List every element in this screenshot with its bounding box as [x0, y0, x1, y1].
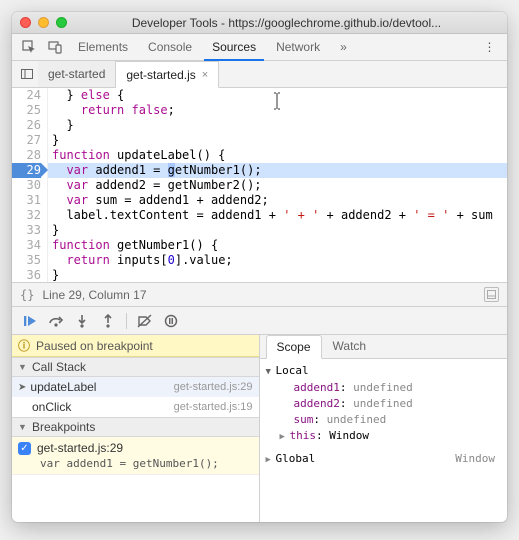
pretty-print-icon[interactable]: {} [20, 288, 34, 302]
code-line[interactable]: function updateLabel() { [48, 148, 507, 163]
step-over-button[interactable] [44, 310, 68, 332]
tab-scope[interactable]: Scope [266, 335, 322, 359]
debug-controls [12, 307, 507, 335]
window-title: Developer Tools - https://googlechrome.g… [74, 16, 499, 30]
tab-overflow-icon[interactable]: » [332, 34, 355, 61]
line-number[interactable]: 25 [12, 103, 41, 118]
line-number[interactable]: 34 [12, 238, 41, 253]
line-number[interactable]: 36 [12, 268, 41, 283]
debug-left-pane: ⓘ Paused on breakpoint ▼ Call Stack ➤ up… [12, 335, 260, 522]
code-area[interactable]: } else { return false; }}function update… [48, 88, 507, 283]
settings-overflow-icon[interactable]: ⋮ [479, 36, 501, 58]
breakpoints-header[interactable]: ▼ Breakpoints [12, 417, 259, 437]
line-number[interactable]: 32 [12, 208, 41, 223]
tab-watch[interactable]: Watch [322, 335, 378, 358]
devtools-window: Developer Tools - https://googlechrome.g… [12, 12, 507, 522]
call-stack-title: Call Stack [32, 360, 86, 374]
resume-button[interactable] [18, 310, 42, 332]
tab-console[interactable]: Console [140, 34, 200, 61]
line-number[interactable]: 29 [12, 163, 41, 178]
file-tab-get-started[interactable]: get-started [38, 61, 116, 87]
breakpoint-item[interactable]: ✓ get-started.js:29 var addend1 = getNum… [12, 437, 259, 475]
scope-watch-tabs: Scope Watch [260, 335, 508, 359]
breakpoint-checkbox[interactable]: ✓ [18, 442, 31, 455]
text-cursor-icon [272, 92, 282, 114]
code-line[interactable]: } [48, 223, 507, 238]
line-number[interactable]: 28 [12, 148, 41, 163]
line-number[interactable]: 30 [12, 178, 41, 193]
disclosure-icon: ▼ [18, 362, 28, 372]
frame-location: get-started.js:29 [174, 381, 253, 393]
scope-local[interactable]: ▼Local [266, 363, 502, 380]
debugger-panel: ⓘ Paused on breakpoint ▼ Call Stack ➤ up… [12, 307, 507, 522]
code-line[interactable]: } [48, 133, 507, 148]
line-number[interactable]: 24 [12, 88, 41, 103]
code-line[interactable]: var addend1 = getNumber1(); [48, 163, 507, 178]
code-line[interactable]: var addend2 = getNumber2(); [48, 178, 507, 193]
debug-split: ⓘ Paused on breakpoint ▼ Call Stack ➤ up… [12, 335, 507, 522]
breakpoint-preview: var addend1 = getNumber1(); [18, 457, 253, 470]
line-number[interactable]: 26 [12, 118, 41, 133]
frame-function: updateLabel [30, 380, 96, 394]
paused-banner: ⓘ Paused on breakpoint [12, 335, 259, 357]
frame-function: onClick [18, 400, 71, 414]
line-gutter[interactable]: 24252627282930313233343536 [12, 88, 48, 282]
call-stack-frame[interactable]: ➤ updateLabel get-started.js:29 [12, 377, 259, 397]
scope-var[interactable]: addend1: undefined [266, 380, 502, 396]
line-number[interactable]: 35 [12, 253, 41, 268]
code-line[interactable]: label.textContent = addend1 + ' + ' + ad… [48, 208, 507, 223]
line-number[interactable]: 27 [12, 133, 41, 148]
tab-sources[interactable]: Sources [204, 34, 264, 61]
scope-var[interactable]: addend2: undefined [266, 396, 502, 412]
panel-tab-bar: Elements Console Sources Network » ⋮ [12, 34, 507, 61]
call-stack-header[interactable]: ▼ Call Stack [12, 357, 259, 377]
file-tab-bar: get-started get-started.js × [12, 61, 507, 88]
current-frame-icon: ➤ [18, 382, 26, 393]
file-tab-label: get-started [48, 67, 105, 81]
code-line[interactable]: function getNumber1() { [48, 238, 507, 253]
deactivate-breakpoints-button[interactable] [133, 310, 157, 332]
call-stack-frame[interactable]: onClick get-started.js:19 [12, 397, 259, 417]
breakpoints-title: Breakpoints [32, 420, 95, 434]
disclosure-icon: ▼ [18, 422, 28, 432]
titlebar: Developer Tools - https://googlechrome.g… [12, 12, 507, 34]
separator [126, 313, 127, 329]
tab-elements[interactable]: Elements [70, 34, 136, 61]
device-toolbar-icon[interactable] [44, 36, 66, 58]
info-icon: ⓘ [18, 337, 30, 354]
editor-status-bar: {} Line 29, Column 17 [12, 283, 507, 307]
coverage-toggle-icon[interactable] [484, 287, 499, 302]
debug-right-pane: Scope Watch ▼Local addend1: undefined ad… [260, 335, 508, 522]
navigator-toggle-icon[interactable] [16, 61, 38, 87]
breakpoint-label: get-started.js:29 [37, 441, 123, 455]
code-line[interactable]: return inputs[0].value; [48, 253, 507, 268]
line-number[interactable]: 31 [12, 193, 41, 208]
close-icon[interactable]: × [202, 69, 208, 81]
close-window-button[interactable] [20, 17, 31, 28]
zoom-window-button[interactable] [56, 17, 67, 28]
scope-var[interactable]: ▶this: Window [266, 428, 502, 445]
scope-var[interactable]: sum: undefined [266, 412, 502, 428]
tab-network[interactable]: Network [268, 34, 328, 61]
inspect-element-icon[interactable] [18, 36, 40, 58]
frame-location: get-started.js:19 [174, 401, 253, 413]
traffic-lights [20, 17, 67, 28]
step-out-button[interactable] [96, 310, 120, 332]
scope-global[interactable]: ▶Global Window [266, 451, 502, 468]
paused-banner-text: Paused on breakpoint [36, 339, 153, 353]
line-number[interactable]: 33 [12, 223, 41, 238]
cursor-position-label: Line 29, Column 17 [42, 288, 146, 302]
minimize-window-button[interactable] [38, 17, 49, 28]
code-line[interactable]: } [48, 268, 507, 283]
step-into-button[interactable] [70, 310, 94, 332]
pause-exceptions-button[interactable] [159, 310, 183, 332]
file-tab-get-started-js[interactable]: get-started.js × [116, 61, 219, 88]
scope-tree[interactable]: ▼Local addend1: undefined addend2: undef… [260, 359, 508, 522]
code-line[interactable]: } [48, 118, 507, 133]
code-editor[interactable]: 24252627282930313233343536 } else { retu… [12, 88, 507, 283]
file-tab-label: get-started.js [126, 68, 195, 82]
code-line[interactable]: var sum = addend1 + addend2; [48, 193, 507, 208]
